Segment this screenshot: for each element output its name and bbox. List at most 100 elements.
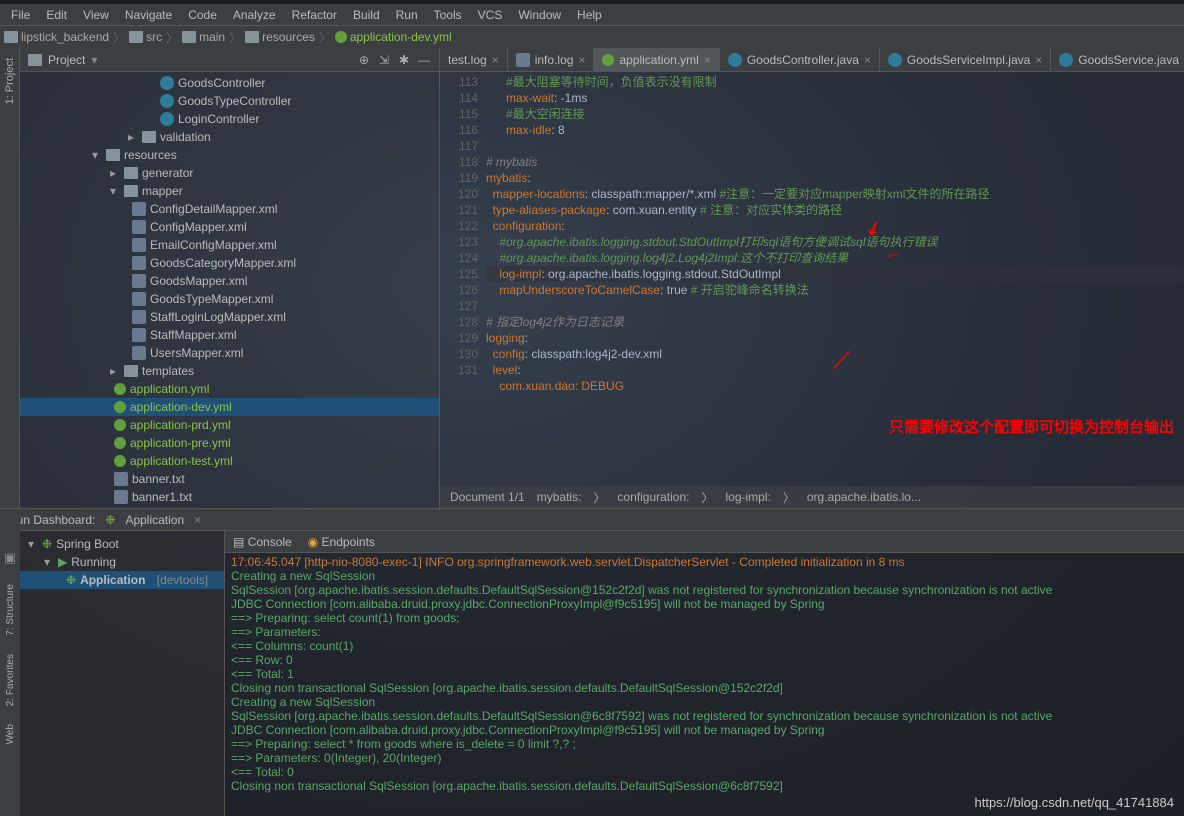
navigation-bar: lipstick_backend〉 src〉 main〉 resources〉 …	[0, 26, 1184, 48]
run-node-running[interactable]: ▾▶Running	[20, 553, 224, 571]
class-icon	[160, 112, 174, 126]
menu-run[interactable]: Run	[389, 6, 425, 24]
tree-folder[interactable]: ▾mapper	[20, 182, 439, 200]
tree-xml[interactable]: ConfigMapper.xml	[20, 218, 439, 236]
gear-icon[interactable]: ✱	[397, 53, 411, 67]
project-tree[interactable]: GoodsController GoodsTypeController Logi…	[20, 72, 439, 508]
tab-goods-controller[interactable]: GoodsController.java×	[720, 48, 880, 72]
close-icon[interactable]: ×	[194, 513, 201, 527]
hide-icon[interactable]: —	[417, 53, 431, 67]
tab-goods-impl[interactable]: GoodsServiceImpl.java×	[880, 48, 1051, 72]
tree-yml[interactable]: application-test.yml	[20, 452, 439, 470]
spring-icon: ❉	[66, 573, 76, 587]
xml-icon	[132, 274, 146, 288]
tree-xml[interactable]: GoodsCategoryMapper.xml	[20, 254, 439, 272]
yaml-icon	[114, 401, 126, 413]
menu-refactor[interactable]: Refactor	[285, 6, 344, 24]
run-config-name[interactable]: Application	[125, 513, 184, 527]
tree-yml[interactable]: application-pre.yml	[20, 434, 439, 452]
tab-console[interactable]: ▤ Console	[233, 535, 292, 549]
left-tool-strip-lower: ▣ 7: Structure 2: Favorites Web	[0, 510, 20, 816]
tree-xml[interactable]: ConfigDetailMapper.xml	[20, 200, 439, 218]
nav-main[interactable]: main	[182, 30, 225, 44]
menu-window[interactable]: Window	[511, 6, 568, 24]
menu-vcs[interactable]: VCS	[471, 6, 510, 24]
menu-code[interactable]: Code	[181, 6, 224, 24]
run-node-application[interactable]: ❉Application [devtools]	[20, 571, 224, 589]
nav-resources[interactable]: resources	[245, 30, 315, 44]
tree-xml[interactable]: StaffMapper.xml	[20, 326, 439, 344]
tab-info[interactable]: info.log×	[508, 48, 595, 72]
breadcrumb-item[interactable]: mybatis:	[537, 490, 582, 504]
close-icon[interactable]: ×	[704, 53, 711, 67]
breadcrumb-item[interactable]: configuration:	[617, 490, 689, 504]
tree-xml[interactable]: StaffLoginLogMapper.xml	[20, 308, 439, 326]
nav-root[interactable]: lipstick_backend	[4, 30, 109, 44]
tree-xml[interactable]: EmailConfigMapper.xml	[20, 236, 439, 254]
project-panel: Project ▾ ⊕ ⇲ ✱ — GoodsController GoodsT…	[20, 48, 440, 508]
locate-icon[interactable]: ⊕	[357, 53, 371, 67]
tree-xml[interactable]: GoodsTypeMapper.xml	[20, 290, 439, 308]
tree-xml[interactable]: GoodsMapper.xml	[20, 272, 439, 290]
code-content[interactable]: #最大阻塞等待时间，负值表示没有限制 max-wait: -1ms #最大空闲连…	[486, 72, 1184, 486]
nav-src[interactable]: src	[129, 30, 162, 44]
class-icon	[160, 76, 174, 90]
tree-class[interactable]: LoginController	[20, 110, 439, 128]
tree-yml-dev[interactable]: application-dev.yml	[20, 398, 439, 416]
close-icon[interactable]: ×	[578, 53, 585, 67]
class-icon	[888, 53, 902, 67]
menu-tools[interactable]: Tools	[427, 6, 469, 24]
tree-file[interactable]: banner1.txt	[20, 488, 439, 506]
close-icon[interactable]: ×	[864, 53, 871, 67]
tree-class[interactable]: GoodsController	[20, 74, 439, 92]
endpoints-icon: ◉	[308, 535, 318, 549]
breadcrumb-item[interactable]: log-impl:	[725, 490, 770, 504]
yaml-icon	[114, 419, 126, 431]
tree-folder[interactable]: ▸validation	[20, 128, 439, 146]
folder-icon	[28, 54, 42, 66]
menu-file[interactable]: File	[4, 6, 37, 24]
folder-icon	[4, 31, 18, 43]
watermark: https://blog.csdn.net/qq_41741884	[975, 795, 1175, 810]
menu-navigate[interactable]: Navigate	[118, 6, 179, 24]
tree-folder[interactable]: ▸generator	[20, 164, 439, 182]
folder-icon	[142, 131, 156, 143]
tool-structure[interactable]: 7: Structure	[5, 584, 16, 636]
collapse-icon[interactable]: ⇲	[377, 53, 391, 67]
console-output[interactable]: 17:06:45.047 [http-nio-8080-exec-1] INFO…	[225, 553, 1184, 816]
gutter: 113114115116 117118119120121 12212312412…	[440, 72, 486, 486]
xml-icon	[132, 202, 146, 216]
close-icon[interactable]: ×	[1035, 53, 1042, 67]
menu-edit[interactable]: Edit	[39, 6, 74, 24]
tool-project[interactable]: 1: Project	[4, 58, 16, 104]
run-node-springboot[interactable]: ▾❉Spring Boot	[20, 535, 224, 553]
menu-build[interactable]: Build	[346, 6, 387, 24]
xml-icon	[132, 292, 146, 306]
tool-web[interactable]: Web	[5, 724, 16, 744]
xml-icon	[132, 238, 146, 252]
tree-file[interactable]: banner.txt	[20, 470, 439, 488]
close-icon[interactable]: ×	[492, 53, 499, 67]
tab-test[interactable]: test.log×	[440, 48, 508, 72]
tab-goods-service[interactable]: GoodsService.java×	[1051, 48, 1184, 72]
menu-analyze[interactable]: Analyze	[226, 6, 283, 24]
tab-endpoints[interactable]: ◉ Endpoints	[308, 535, 375, 549]
tree-folder[interactable]: ▾resources	[20, 146, 439, 164]
annotation-text: 只需要修改这个配置即可切换为控制台输出	[889, 420, 1174, 436]
tab-application-yml[interactable]: application.yml×	[594, 48, 719, 72]
tree-yml[interactable]: application.yml	[20, 380, 439, 398]
tool-favorites[interactable]: 2: Favorites	[5, 654, 16, 706]
main-menu: File Edit View Navigate Code Analyze Ref…	[0, 4, 1184, 26]
code-editor[interactable]: 113114115116 117118119120121 12212312412…	[440, 72, 1184, 486]
breadcrumb-item[interactable]: org.apache.ibatis.lo...	[807, 490, 921, 504]
menu-help[interactable]: Help	[570, 6, 609, 24]
tree-class[interactable]: GoodsTypeController	[20, 92, 439, 110]
nav-file[interactable]: application-dev.yml	[335, 30, 452, 44]
menu-view[interactable]: View	[76, 6, 116, 24]
tree-yml[interactable]: application-prd.yml	[20, 416, 439, 434]
tree-xml[interactable]: UsersMapper.xml	[20, 344, 439, 362]
spring-icon: ❉	[105, 513, 115, 527]
camera-icon[interactable]: ▣	[2, 550, 18, 566]
xml-icon	[132, 328, 146, 342]
tree-folder[interactable]: ▸templates	[20, 362, 439, 380]
